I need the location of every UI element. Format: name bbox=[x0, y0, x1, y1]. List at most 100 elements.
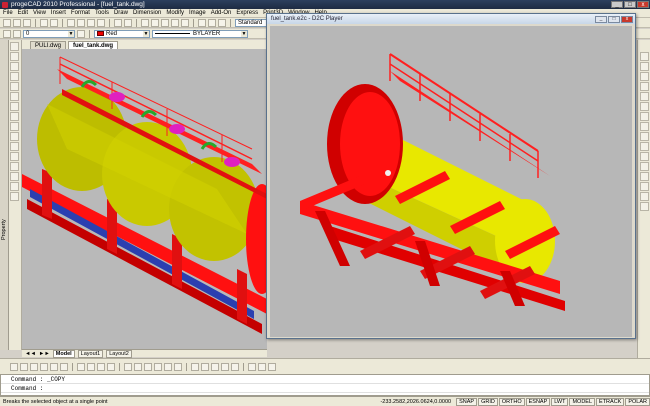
mirror-icon[interactable] bbox=[640, 72, 649, 81]
layer-state-icon[interactable] bbox=[13, 29, 21, 38]
ellipse-icon[interactable] bbox=[10, 122, 19, 131]
doc-tab-puli[interactable]: PULI.dwg bbox=[30, 41, 67, 49]
zoom-extents-icon[interactable] bbox=[181, 18, 189, 27]
menu-file[interactable]: File bbox=[3, 10, 13, 16]
ucs-icon[interactable] bbox=[10, 362, 18, 371]
zoom-window-icon[interactable] bbox=[161, 18, 169, 27]
grid-toggle[interactable]: GRID bbox=[478, 397, 498, 406]
d2c-title-bar[interactable]: fuel_tank.e2c - D2C Player _ □ x bbox=[267, 14, 635, 24]
d2c-maximize-button[interactable]: □ bbox=[608, 15, 620, 23]
cone-icon[interactable] bbox=[154, 362, 162, 371]
scale-icon[interactable] bbox=[640, 122, 649, 131]
torus-icon[interactable] bbox=[174, 362, 182, 371]
view-right-icon[interactable] bbox=[50, 362, 58, 371]
drawing-canvas[interactable] bbox=[22, 49, 267, 349]
etrack-toggle[interactable]: ETRACK bbox=[596, 397, 625, 406]
maximize-button[interactable]: □ bbox=[624, 1, 636, 8]
menu-image[interactable]: Image bbox=[189, 10, 206, 16]
view-iso-icon[interactable] bbox=[60, 362, 68, 371]
join-icon[interactable] bbox=[640, 172, 649, 181]
fillet-icon[interactable] bbox=[640, 192, 649, 201]
properties-icon[interactable] bbox=[198, 18, 206, 27]
subtract-icon[interactable] bbox=[221, 362, 229, 371]
copy-object-icon[interactable] bbox=[640, 62, 649, 71]
erase-icon[interactable] bbox=[640, 52, 649, 61]
arc-icon[interactable] bbox=[10, 92, 19, 101]
trim-icon[interactable] bbox=[640, 142, 649, 151]
hide-icon[interactable] bbox=[107, 362, 115, 371]
polygon-icon[interactable] bbox=[10, 72, 19, 81]
box-icon[interactable] bbox=[124, 362, 132, 371]
lwt-toggle[interactable]: LWT bbox=[551, 397, 569, 406]
table-icon[interactable] bbox=[10, 182, 19, 191]
offset-icon[interactable] bbox=[640, 82, 649, 91]
light-icon[interactable] bbox=[248, 362, 256, 371]
layer-manager-icon[interactable] bbox=[3, 29, 11, 38]
polyline-icon[interactable] bbox=[10, 62, 19, 71]
orbit-icon[interactable] bbox=[77, 362, 85, 371]
pan-icon[interactable] bbox=[141, 18, 149, 27]
doc-tab-fuel-tank[interactable]: fuel_tank.dwg bbox=[68, 41, 119, 49]
shade-icon[interactable] bbox=[87, 362, 95, 371]
print-icon[interactable] bbox=[40, 18, 48, 27]
view-front-icon[interactable] bbox=[40, 362, 48, 371]
extend-icon[interactable] bbox=[640, 152, 649, 161]
sphere-icon[interactable] bbox=[134, 362, 142, 371]
explode-icon[interactable] bbox=[640, 202, 649, 211]
menu-dimension[interactable]: Dimension bbox=[133, 10, 161, 16]
command-prompt[interactable]: Command : bbox=[1, 384, 649, 393]
next-tab-icon[interactable]: ►► bbox=[39, 351, 50, 357]
spline-icon[interactable] bbox=[10, 112, 19, 121]
command-line[interactable]: Command : _COPY Command : bbox=[0, 374, 650, 396]
break-icon[interactable] bbox=[640, 162, 649, 171]
rectangle-icon[interactable] bbox=[10, 82, 19, 91]
menu-express[interactable]: Express bbox=[236, 10, 258, 16]
close-button[interactable]: x bbox=[637, 1, 649, 8]
zoom-previous-icon[interactable] bbox=[171, 18, 179, 27]
chamfer-icon[interactable] bbox=[640, 182, 649, 191]
open-icon[interactable] bbox=[13, 18, 21, 27]
undo-icon[interactable] bbox=[114, 18, 122, 27]
properties-side-panel[interactable]: Property bbox=[0, 40, 9, 350]
first-tab-icon[interactable]: ◄◄ bbox=[25, 351, 36, 357]
d2c-player-window[interactable]: fuel_tank.e2c - D2C Player _ □ x bbox=[266, 13, 636, 339]
preview-icon[interactable] bbox=[50, 18, 58, 27]
tab-layout2[interactable]: Layout2 bbox=[106, 349, 132, 358]
tab-model[interactable]: Model bbox=[52, 349, 75, 358]
multiline-text-icon[interactable] bbox=[10, 192, 19, 201]
paste-icon[interactable] bbox=[87, 18, 95, 27]
tab-layout1[interactable]: Layout1 bbox=[77, 349, 104, 358]
redo-icon[interactable] bbox=[124, 18, 132, 27]
revolve-icon[interactable] bbox=[201, 362, 209, 371]
circle-icon[interactable] bbox=[10, 102, 19, 111]
menu-view[interactable]: View bbox=[33, 10, 46, 16]
render-icon[interactable] bbox=[97, 362, 105, 371]
array-icon[interactable] bbox=[640, 92, 649, 101]
layer-select[interactable]: 0 ▼ bbox=[23, 29, 75, 38]
menu-edit[interactable]: Edit bbox=[18, 10, 28, 16]
make-current-layer-icon[interactable] bbox=[77, 29, 85, 38]
cylinder-icon[interactable] bbox=[144, 362, 152, 371]
infinite-line-icon[interactable] bbox=[10, 52, 19, 61]
stretch-icon[interactable] bbox=[640, 132, 649, 141]
menu-draw[interactable]: Draw bbox=[114, 10, 128, 16]
material-icon[interactable] bbox=[258, 362, 266, 371]
linetype-select[interactable]: BYLAYER ▼ bbox=[152, 29, 248, 38]
insert-block-icon[interactable] bbox=[10, 132, 19, 141]
d2c-3d-viewport[interactable] bbox=[270, 26, 632, 337]
zoom-realtime-icon[interactable] bbox=[151, 18, 159, 27]
make-block-icon[interactable] bbox=[10, 142, 19, 151]
new-icon[interactable] bbox=[3, 18, 11, 27]
point-icon[interactable] bbox=[10, 152, 19, 161]
esnap-toggle[interactable]: ESNAP bbox=[525, 397, 551, 406]
polar-toggle[interactable]: POLAR bbox=[625, 397, 650, 406]
cut-icon[interactable] bbox=[67, 18, 75, 27]
snap-toggle[interactable]: SNAP bbox=[456, 397, 478, 406]
menu-format[interactable]: Format bbox=[71, 10, 90, 16]
menu-add-on[interactable]: Add-On bbox=[211, 10, 232, 16]
ortho-toggle[interactable]: ORTHO bbox=[498, 397, 525, 406]
color-select[interactable]: Red ▼ bbox=[94, 29, 150, 38]
minimize-button[interactable]: _ bbox=[611, 1, 623, 8]
save-icon[interactable] bbox=[23, 18, 31, 27]
union-icon[interactable] bbox=[211, 362, 219, 371]
